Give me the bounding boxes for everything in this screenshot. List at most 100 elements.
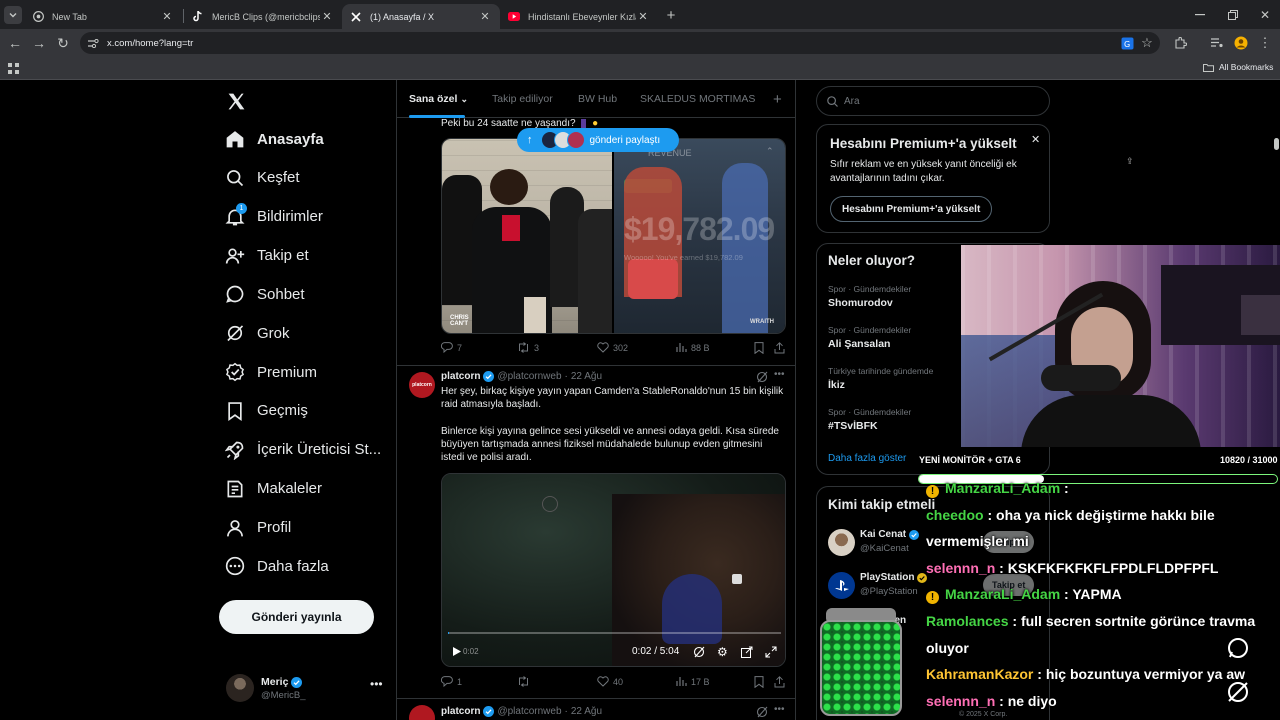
close-icon[interactable]: ✕ xyxy=(320,10,334,23)
nav-item-premium[interactable]: Premium xyxy=(224,357,317,387)
author-name[interactable]: platcorn xyxy=(441,371,480,382)
chat-username[interactable]: ManzaraLi_Adam xyxy=(945,480,1060,496)
fullscreen-icon[interactable] xyxy=(765,646,777,658)
nav-item-home[interactable]: Anasayfa xyxy=(224,124,324,154)
new-tab-icon[interactable]: + xyxy=(662,6,680,24)
tab-new-tab[interactable]: New Tab ✕ xyxy=(24,4,182,29)
playstation-logo-icon[interactable] xyxy=(828,572,855,599)
close-icon[interactable]: ✕ xyxy=(636,10,650,23)
grok-icon[interactable] xyxy=(1226,680,1250,704)
close-icon[interactable]: ✕ xyxy=(1031,133,1040,146)
chat-username[interactable]: selennn_n xyxy=(926,693,995,709)
trend-item[interactable]: Spor · Gündemdekiler Shomurodov xyxy=(828,284,911,309)
share-icon[interactable] xyxy=(774,676,789,688)
grok-icon[interactable] xyxy=(756,706,768,718)
chat-username[interactable]: Ramolances xyxy=(926,613,1008,629)
back-icon[interactable]: ← xyxy=(6,34,24,52)
chat-bubble-icon[interactable] xyxy=(1226,636,1250,660)
video-progress-track[interactable] xyxy=(448,632,781,634)
extensions-icon[interactable] xyxy=(1172,34,1190,52)
nav-item-add-user[interactable]: Takip et xyxy=(224,241,309,271)
views-button[interactable]: 17 B xyxy=(676,676,710,687)
trend-item[interactable]: Spor · Gündemdekiler #TSvİBFK xyxy=(828,407,911,432)
nav-item-grok[interactable]: Grok xyxy=(224,318,290,348)
avatar[interactable]: platcorn xyxy=(409,372,435,398)
like-button[interactable]: 302 xyxy=(597,342,628,353)
author-name[interactable]: platcorn xyxy=(441,706,480,717)
repost-button[interactable]: 3 xyxy=(517,342,539,353)
bookmark-icon[interactable] xyxy=(754,342,768,354)
tab-tiktok[interactable]: MericB Clips (@mericbclips) | TikTok ✕ xyxy=(184,4,342,29)
chat-username[interactable]: cheedoo xyxy=(926,507,984,523)
window-close-icon[interactable]: ✕ xyxy=(1256,6,1274,24)
premium-upgrade-button[interactable]: Hesabını Premium+'a yükselt xyxy=(830,196,993,222)
more-dots-icon[interactable]: ••• xyxy=(774,369,785,380)
author-handle[interactable]: @platcornweb xyxy=(497,706,561,717)
tab-following[interactable]: Takip ediliyor xyxy=(492,80,553,118)
trend-item[interactable]: Spor · Gündemdekiler Ali Şansalan xyxy=(828,325,911,350)
tab-bw-hub[interactable]: BW Hub xyxy=(578,80,617,118)
tab-skaledus[interactable]: SKALEDUS MORTIMAS xyxy=(640,80,755,118)
chat-username[interactable]: selennn_n xyxy=(926,560,995,576)
play-icon[interactable] xyxy=(452,646,462,657)
tab-for-you[interactable]: Sana özel ⌄ xyxy=(409,80,468,118)
site-info-icon[interactable] xyxy=(88,38,99,48)
video-player[interactable]: 0:02 0:02 / 5:04 ⚙ xyxy=(441,473,786,667)
tab-x-home[interactable]: (1) Anasayfa / X ✕ xyxy=(342,4,500,29)
nav-item-search[interactable]: Keşfet xyxy=(224,163,300,193)
picture-in-picture-icon[interactable] xyxy=(741,646,753,658)
avatar[interactable] xyxy=(828,529,855,556)
menu-kebab-icon[interactable]: ⋮ xyxy=(1256,34,1274,52)
restore-icon[interactable] xyxy=(1224,6,1242,24)
nav-item-more-circle[interactable]: Daha fazla xyxy=(224,551,329,581)
post-button[interactable]: Gönderi yayınla xyxy=(219,600,374,634)
nav-item-chat[interactable]: Sohbet xyxy=(224,279,305,309)
post-media[interactable]: CHRIS CAN'T REVENUE ⌃ $19,782.09 Wooooo!… xyxy=(441,138,786,334)
apps-grid-icon[interactable] xyxy=(5,61,21,75)
search-input[interactable]: Ara xyxy=(816,86,1050,116)
translate-icon[interactable]: G xyxy=(1118,34,1136,52)
close-icon[interactable]: ✕ xyxy=(478,10,492,23)
scrollbar-thumb[interactable] xyxy=(1274,138,1279,150)
follow-suggestion-name[interactable]: Kai Cenat xyxy=(860,529,920,540)
address-bar[interactable]: x.com/home?lang=tr xyxy=(80,32,1160,54)
reload-icon[interactable]: ↻ xyxy=(54,34,72,52)
nav-item-article[interactable]: Makaleler xyxy=(224,474,322,504)
grok-icon[interactable] xyxy=(756,371,768,383)
bookmark-icon[interactable] xyxy=(754,676,768,688)
settings-gear-icon[interactable]: ⚙ xyxy=(717,645,728,659)
nav-item-profile[interactable]: Profil xyxy=(224,513,291,543)
more-dots-icon[interactable]: ••• xyxy=(774,704,785,715)
star-icon[interactable]: ☆ xyxy=(1138,34,1156,52)
repost-button[interactable] xyxy=(517,676,534,687)
trend-item[interactable]: Türkiye tarihinde gündemde İkiz xyxy=(828,366,933,391)
reply-button[interactable]: 1 xyxy=(441,676,462,687)
nav-item-bell[interactable]: 1 Bildirimler xyxy=(224,202,323,232)
tab-search-icon[interactable] xyxy=(4,6,22,24)
all-bookmarks-button[interactable]: All Bookmarks xyxy=(1203,62,1273,72)
close-icon[interactable]: ✕ xyxy=(160,10,174,23)
chat-username[interactable]: ManzaraLi_Adam xyxy=(945,586,1060,602)
avatar[interactable] xyxy=(409,705,435,720)
reply-button[interactable]: 7 xyxy=(441,342,462,353)
share-icon[interactable] xyxy=(774,342,789,354)
post-date[interactable]: 22 Ağu xyxy=(571,706,602,717)
add-tab-icon[interactable]: + xyxy=(773,80,782,118)
follow-suggestion-name[interactable]: PlayStation xyxy=(860,572,928,583)
new-posts-pill[interactable]: ↑ gönderi paylaştı xyxy=(517,128,679,152)
nav-item-bookmark[interactable]: Geçmiş xyxy=(224,396,308,426)
post-date[interactable]: 22 Ağu xyxy=(571,371,602,382)
like-button[interactable]: 40 xyxy=(597,676,623,687)
nav-item-rocket[interactable]: İçerik Üreticisi St... xyxy=(224,435,381,465)
views-button[interactable]: 88 B xyxy=(676,342,710,353)
account-switcher[interactable]: Meriç @MericB_ ••• xyxy=(224,670,394,706)
author-handle[interactable]: @platcornweb xyxy=(497,371,561,382)
chat-username[interactable]: KahramanKazor xyxy=(926,666,1033,682)
grok-icon[interactable] xyxy=(693,646,705,658)
forward-icon[interactable]: → xyxy=(30,34,48,52)
tab-youtube[interactable]: Hindistanlı Ebeveynler Kızlarını ✕ xyxy=(500,4,658,29)
show-more-link[interactable]: Daha fazla göster xyxy=(828,453,906,464)
more-dots-icon[interactable]: ••• xyxy=(370,677,383,691)
media-icon[interactable] xyxy=(1208,34,1226,52)
profile-avatar-icon[interactable] xyxy=(1232,34,1250,52)
